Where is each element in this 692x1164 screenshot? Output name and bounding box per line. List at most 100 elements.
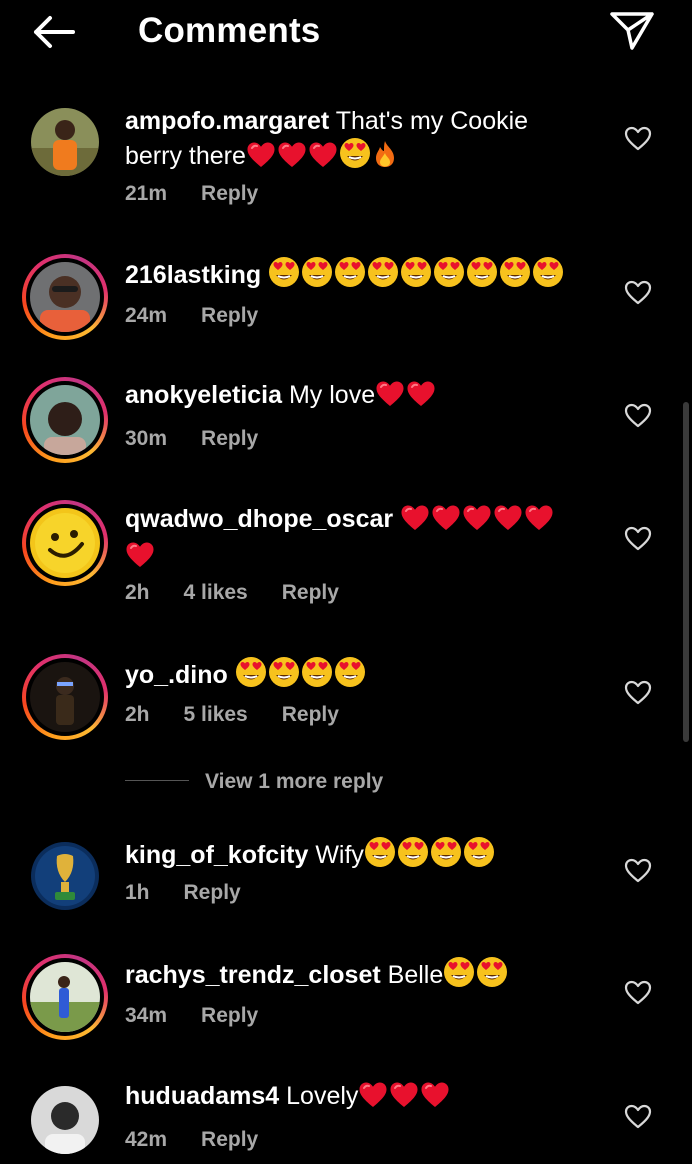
avatar[interactable] (22, 834, 108, 920)
reply-button[interactable]: Reply (201, 304, 258, 327)
like-button[interactable] (624, 680, 652, 706)
heart-outline-icon (624, 858, 652, 883)
red-heart-emoji (462, 504, 492, 540)
heart-eyes-emoji (433, 256, 465, 296)
red-heart-emoji (125, 541, 155, 577)
red-heart-emoji (308, 141, 338, 177)
comment-emojis (268, 257, 565, 289)
comment-time: 2h (125, 703, 150, 726)
like-button[interactable] (624, 1104, 652, 1130)
comment-username[interactable]: anokyeleticia (125, 381, 282, 409)
like-count[interactable]: 4 likes (184, 581, 248, 604)
reply-button[interactable]: Reply (282, 703, 339, 726)
scrollbar[interactable] (683, 402, 689, 742)
reply-button[interactable]: Reply (201, 1128, 258, 1151)
red-heart-emoji (400, 504, 430, 540)
avatar[interactable] (22, 654, 108, 740)
comment-emojis (235, 657, 367, 689)
reply-button[interactable]: Reply (201, 427, 258, 450)
red-heart-emoji (431, 504, 461, 540)
back-button[interactable] (28, 12, 80, 52)
avatar[interactable] (22, 254, 108, 340)
avatar[interactable] (22, 377, 108, 463)
heart-eyes-emoji (334, 256, 366, 296)
avatar[interactable] (22, 1078, 108, 1164)
heart-outline-icon (624, 126, 652, 151)
heart-eyes-emoji (400, 256, 432, 296)
comment-text: Lovely (286, 1082, 359, 1110)
comment-username[interactable]: yo_.dino (125, 661, 228, 689)
arrow-left-icon (34, 16, 75, 48)
heart-eyes-emoji (339, 137, 371, 177)
heart-eyes-emoji (476, 956, 508, 996)
like-button[interactable] (624, 980, 652, 1006)
heart-eyes-emoji (301, 656, 333, 696)
heart-eyes-emoji (532, 256, 564, 296)
share-button[interactable] (606, 8, 658, 54)
comment-username[interactable]: 216lastking (125, 261, 261, 289)
comment-time: 2h (125, 581, 150, 604)
heart-outline-icon (624, 680, 652, 705)
red-heart-emoji (524, 504, 554, 540)
heart-eyes-emoji (466, 256, 498, 296)
heart-eyes-emoji (268, 656, 300, 696)
heart-eyes-emoji (364, 836, 396, 876)
heart-outline-icon (624, 1104, 652, 1129)
like-button[interactable] (624, 280, 652, 306)
header-bar: Comments (0, 0, 692, 64)
heart-eyes-emoji (463, 836, 495, 876)
comment-time: 1h (125, 881, 150, 904)
like-button[interactable] (624, 403, 652, 429)
red-heart-emoji (420, 1081, 450, 1117)
comment-time: 21m (125, 182, 168, 205)
heart-outline-icon (624, 403, 652, 428)
comment-emojis (375, 381, 437, 409)
like-button[interactable] (624, 858, 652, 884)
reply-button[interactable]: Reply (184, 881, 241, 904)
comment-emojis (246, 138, 399, 170)
heart-eyes-emoji (430, 836, 462, 876)
comment-emojis (358, 1082, 451, 1110)
heart-eyes-emoji (499, 256, 531, 296)
like-count[interactable]: 5 likes (184, 703, 248, 726)
comment-time: 42m (125, 1128, 168, 1151)
reply-button[interactable]: Reply (201, 1004, 258, 1027)
page-title: Comments (138, 11, 321, 50)
reply-button[interactable]: Reply (201, 182, 258, 205)
heart-eyes-emoji (268, 256, 300, 296)
divider (125, 780, 189, 781)
comment-time: 34m (125, 1004, 168, 1027)
comment-text: Wify (315, 841, 364, 869)
like-button[interactable] (624, 526, 652, 552)
comment-time: 30m (125, 427, 168, 450)
comment-username[interactable]: qwadwo_dhope_oscar (125, 505, 393, 533)
red-heart-emoji (358, 1081, 388, 1117)
heart-outline-icon (624, 980, 652, 1005)
comment-time: 24m (125, 304, 168, 327)
comment-username[interactable]: king_of_kofcity (125, 841, 308, 869)
view-more-label: View 1 more reply (205, 770, 384, 793)
heart-eyes-emoji (443, 956, 475, 996)
view-more-replies-button[interactable]: View 1 more reply (125, 768, 383, 796)
avatar[interactable] (22, 954, 108, 1040)
avatar[interactable] (22, 500, 108, 586)
comment-username[interactable]: huduadams4 (125, 1082, 279, 1110)
heart-eyes-emoji (235, 656, 267, 696)
comment-username[interactable]: rachys_trendz_closet (125, 961, 381, 989)
reply-button[interactable]: Reply (282, 581, 339, 604)
avatar[interactable] (22, 104, 108, 190)
fire-emoji (372, 139, 398, 177)
red-heart-emoji (277, 141, 307, 177)
comment-emojis (364, 837, 496, 869)
red-heart-emoji (389, 1081, 419, 1117)
heart-eyes-emoji (334, 656, 366, 696)
like-button[interactable] (624, 126, 652, 152)
comment-text: Belle (387, 961, 444, 989)
comment-emojis (443, 957, 509, 989)
heart-eyes-emoji (301, 256, 333, 296)
red-heart-emoji (246, 141, 276, 177)
comment-text: My love (288, 381, 376, 409)
paper-plane-icon (610, 12, 654, 50)
heart-outline-icon (624, 280, 652, 305)
comment-username[interactable]: ampofo.margaret (125, 107, 329, 135)
